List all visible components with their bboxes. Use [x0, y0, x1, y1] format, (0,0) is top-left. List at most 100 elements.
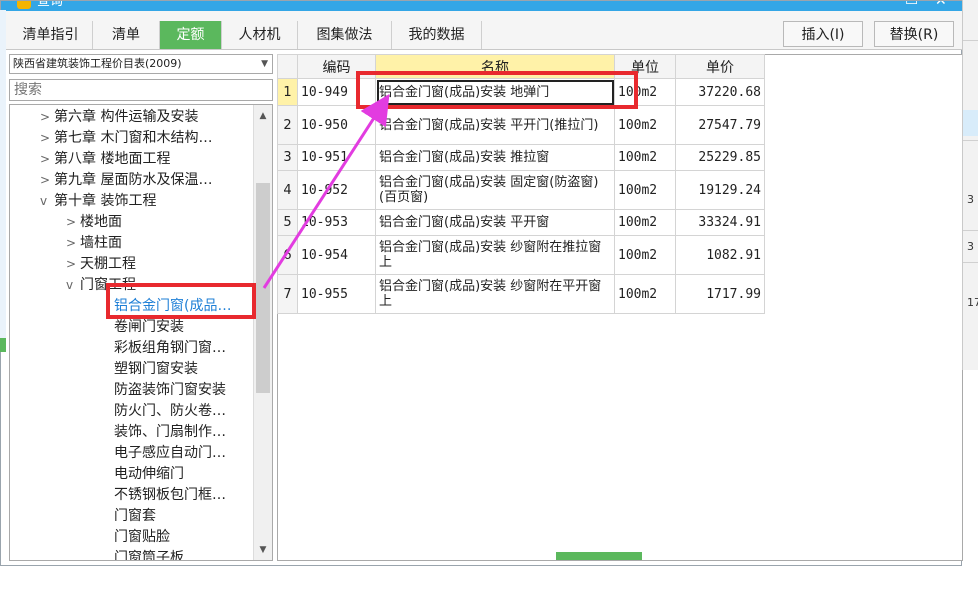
tree-item[interactable]: > 天棚工程 [66, 254, 136, 275]
background-app-strip-left [0, 10, 6, 340]
cell-name[interactable]: 铝合金门窗(成品)安装 平开门(推拉门) [375, 105, 615, 145]
cell-name[interactable]: 铝合金门窗(成品)安装 纱窗附在平开窗上 [375, 274, 615, 314]
cell-code[interactable]: 10-951 [297, 144, 376, 171]
header-price[interactable]: 单价 [675, 54, 765, 79]
tree-item-selected[interactable]: 铝合金门窗(成品… [114, 296, 231, 317]
background-row-highlight [963, 110, 978, 136]
chevron-right-icon: > [66, 215, 77, 229]
tree-item[interactable]: 防火门、防火卷… [114, 401, 226, 422]
header-name[interactable]: 名称 [375, 54, 615, 79]
tree-item[interactable]: > 楼地面 [66, 212, 122, 233]
tree-item[interactable]: > 第七章 木门窗和木结构… [40, 128, 212, 149]
insert-button[interactable]: 插入(I) [783, 21, 863, 47]
table-row[interactable]: 1 10-949 铝合金门窗(成品)安装 地弹门 100m2 37220.68 [277, 78, 765, 106]
minimize-icon[interactable]: ▭ [905, 1, 918, 8]
cell-unit[interactable]: 100m2 [614, 78, 676, 106]
cell-code[interactable]: 10-954 [297, 235, 376, 275]
cell-price[interactable]: 37220.68 [675, 78, 765, 106]
background-row-line [963, 40, 978, 41]
cell-code[interactable]: 10-953 [297, 209, 376, 236]
row-index: 5 [277, 209, 298, 236]
cell-unit[interactable]: 100m2 [614, 144, 676, 171]
background-tab-left [0, 338, 6, 352]
window-title: 查询 [37, 1, 64, 9]
resize-grip[interactable] [556, 552, 642, 560]
table-row[interactable]: 7 10-955 铝合金门窗(成品)安装 纱窗附在平开窗上 100m2 1717… [277, 274, 765, 314]
tree-item[interactable]: > 第八章 楼地面工程 [40, 149, 170, 170]
tab-my-data[interactable]: 我的数据 [392, 21, 482, 49]
cell-price[interactable]: 33324.91 [675, 209, 765, 236]
cell-name[interactable]: 铝合金门窗(成品)安装 推拉窗 [375, 144, 615, 171]
tree-item[interactable]: v 门窗工程 [66, 275, 136, 296]
close-icon[interactable]: ✕ [935, 1, 947, 8]
replace-button[interactable]: 替换(R) [874, 21, 954, 47]
background-row-line [963, 262, 978, 263]
cell-price[interactable]: 19129.24 [675, 170, 765, 210]
tree-item[interactable]: 彩板组角钢门窗… [114, 338, 226, 359]
table-row[interactable]: 4 10-952 铝合金门窗(成品)安装 固定窗(防盗窗)(百页窗) 100m2… [277, 170, 765, 210]
cell-code[interactable]: 10-955 [297, 274, 376, 314]
cell-unit[interactable]: 100m2 [614, 105, 676, 145]
header-code[interactable]: 编码 [297, 54, 376, 79]
background-number: 3 [967, 240, 974, 253]
tree-item[interactable]: > 第九章 屋面防水及保温… [40, 170, 212, 191]
tab-labor-material-machine[interactable]: 人材机 [222, 21, 298, 49]
title-bar[interactable]: 查询 ▭ ✕ [1, 1, 963, 11]
cell-name[interactable]: 铝合金门窗(成品)安装 平开窗 [375, 209, 615, 236]
tree-item[interactable]: 门窗筒子板 [114, 548, 184, 560]
tree-item[interactable]: > 第六章 构件运输及安装 [40, 107, 198, 128]
tree-item[interactable]: 装饰、门扇制作… [114, 422, 226, 443]
table-row[interactable]: 5 10-953 铝合金门窗(成品)安装 平开窗 100m2 33324.91 [277, 209, 765, 236]
cell-name[interactable]: 铝合金门窗(成品)安装 固定窗(防盗窗)(百页窗) [375, 170, 615, 210]
cell-price[interactable]: 27547.79 [675, 105, 765, 145]
search-input[interactable] [9, 79, 273, 101]
tree-item[interactable]: 不锈钢板包门框… [114, 485, 226, 506]
cell-code[interactable]: 10-950 [297, 105, 376, 145]
chevron-right-icon: > [40, 131, 51, 145]
tab-quota[interactable]: 定额 [160, 21, 222, 49]
cell-unit[interactable]: 100m2 [614, 209, 676, 236]
tab-list-guide[interactable]: 清单指引 [9, 21, 93, 49]
cell-unit[interactable]: 100m2 [614, 274, 676, 314]
tree-item[interactable]: 门窗套 [114, 506, 156, 527]
cell-unit[interactable]: 100m2 [614, 170, 676, 210]
tree-item[interactable]: 防盗装饰门窗安装 [114, 380, 226, 401]
chevron-right-icon: > [40, 110, 51, 124]
tree-item[interactable]: 卷闸门安装 [114, 317, 184, 338]
catalog-select[interactable]: 陕西省建筑装饰工程价目表(2009) ▼ [9, 54, 273, 74]
cell-price[interactable]: 1717.99 [675, 274, 765, 314]
tab-list[interactable]: 清单 [93, 21, 160, 49]
tree-item[interactable]: > 墙柱面 [66, 233, 122, 254]
cell-code[interactable]: 10-949 [297, 78, 376, 106]
scroll-down-icon[interactable]: ▼ [256, 542, 270, 558]
tree-item[interactable]: 电子感应自动门… [114, 443, 226, 464]
chevron-right-icon: > [66, 236, 77, 250]
cell-unit[interactable]: 100m2 [614, 235, 676, 275]
tree-scroll-thumb[interactable] [256, 183, 270, 393]
cell-code[interactable]: 10-952 [297, 170, 376, 210]
chevron-down-icon: v [40, 194, 48, 208]
cell-price[interactable]: 25229.85 [675, 144, 765, 171]
tree-item[interactable]: 电动伸缩门 [114, 464, 184, 485]
tab-atlas-method[interactable]: 图集做法 [298, 21, 392, 49]
cell-name[interactable]: 铝合金门窗(成品)安装 地弹门 [375, 78, 615, 106]
background-app-strip-right: 3 3 17 [962, 0, 978, 370]
tree-item[interactable]: v 第十章 装饰工程 [40, 191, 156, 212]
chapter-tree: > 第六章 构件运输及安装 > 第七章 木门窗和木结构… > 第八章 楼地面工程 > 第… [9, 104, 273, 561]
row-index: 2 [277, 105, 298, 145]
cell-name[interactable]: 铝合金门窗(成品)安装 纱窗附在推拉窗上 [375, 235, 615, 275]
scroll-up-icon[interactable]: ▲ [256, 108, 270, 124]
chevron-right-icon: > [40, 152, 51, 166]
header-unit[interactable]: 单位 [614, 54, 676, 79]
tree-item[interactable]: 门窗贴脸 [114, 527, 170, 548]
row-index: 3 [277, 144, 298, 171]
background-number: 3 [967, 193, 974, 206]
table-row[interactable]: 2 10-950 铝合金门窗(成品)安装 平开门(推拉门) 100m2 2754… [277, 105, 765, 145]
table-row[interactable]: 6 10-954 铝合金门窗(成品)安装 纱窗附在推拉窗上 100m2 1082… [277, 235, 765, 275]
tab-bar: 清单指引 清单 定额 人材机 图集做法 我的数据 插入(I) 替换(R) [1, 11, 963, 50]
quota-grid: 编码 名称 单位 单价 1 10-949 铝合金门窗(成品)安装 地弹门 100… [277, 54, 765, 314]
tree-item[interactable]: 塑钢门窗安装 [114, 359, 198, 380]
table-row[interactable]: 3 10-951 铝合金门窗(成品)安装 推拉窗 100m2 25229.85 [277, 144, 765, 171]
app-icon [17, 1, 31, 9]
cell-price[interactable]: 1082.91 [675, 235, 765, 275]
